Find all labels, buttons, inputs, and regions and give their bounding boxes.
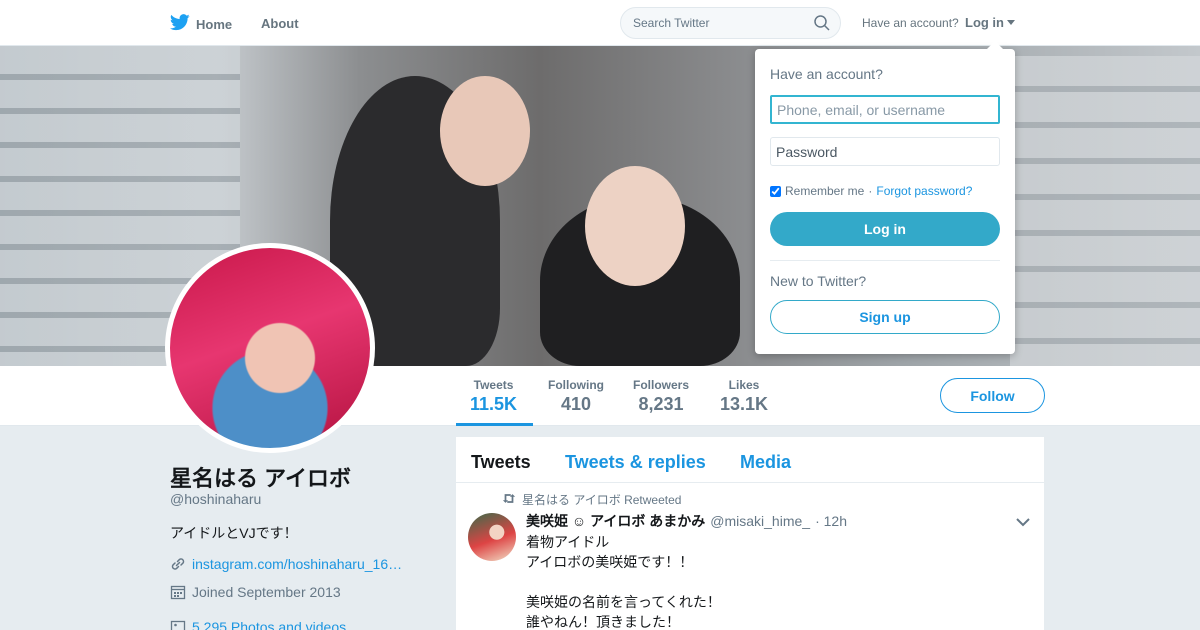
tweet-text: 着物アイドル アイロボの美咲姫です！！ 美咲姫の名前を言ってくれた！ 誰やねん！…	[526, 534, 721, 630]
profile-fullname[interactable]: 星名はる アイロボ	[170, 461, 351, 493]
tab-media[interactable]: Media	[740, 452, 791, 473]
new-to-twitter-text: New to Twitter?	[770, 273, 867, 289]
tab-tweets[interactable]: Tweets	[471, 452, 531, 473]
stat-value: 8,231	[638, 394, 684, 414]
login-dropdown: Have an account? Remember me · Forgot pa…	[755, 41, 1015, 354]
profile-joined-text: Joined September 2013	[192, 584, 341, 600]
photo-icon	[170, 619, 186, 630]
tweet-timestamp[interactable]: · 12h	[815, 513, 847, 529]
login-dropdown-toggle[interactable]: Log in	[965, 15, 1015, 30]
stat-value: 13.1K	[720, 394, 769, 414]
dropdown-caret	[987, 41, 1003, 49]
remember-row: Remember me · Forgot password?	[770, 184, 972, 198]
search-input[interactable]	[621, 8, 801, 38]
timeline-tabs: Tweets Tweets & replies Media	[456, 437, 1044, 483]
forgot-password-link[interactable]: Forgot password?	[876, 184, 972, 198]
stat-label: Following	[548, 378, 604, 392]
tweet-author-handle[interactable]: @misaki_hime_	[710, 513, 810, 529]
profile-photos-row: 5,295 Photos and videos	[170, 619, 346, 630]
nav-home-link[interactable]: Home	[169, 14, 233, 34]
profile-screen-name[interactable]: @hoshinaharu	[170, 491, 261, 507]
nav-home-label: Home	[196, 16, 233, 32]
profile-bio: アイドルとVJです！	[170, 525, 298, 541]
nav-about-link[interactable]: About	[261, 16, 299, 31]
tweet-author-avatar[interactable]	[468, 513, 516, 561]
stat-likes[interactable]: Likes 13.1K	[720, 378, 768, 415]
twitter-bird-icon	[169, 14, 190, 34]
profile-url-link[interactable]: instagram.com/hoshinaharu_16…	[192, 556, 402, 572]
stat-label: Likes	[728, 378, 760, 392]
photos-videos-link[interactable]: 5,295 Photos and videos	[192, 619, 346, 630]
login-button[interactable]: Log in	[770, 212, 1000, 246]
have-account-text: Have an account?	[862, 16, 959, 30]
dropdown-divider	[770, 260, 1000, 261]
search-icon[interactable]	[814, 15, 830, 36]
stat-value: 410	[560, 394, 592, 414]
stat-following[interactable]: Following 410	[548, 378, 604, 415]
top-navigation: Home About Have an account? Log in	[0, 0, 1200, 46]
tweet-author-name[interactable]: 美咲姫 ☺ アイロボ あまかみ	[526, 511, 705, 531]
retweet-context-text: 星名はる アイロボ Retweeted	[522, 493, 682, 507]
stat-tweets[interactable]: Tweets 11.5K	[470, 378, 517, 415]
username-input[interactable]	[770, 95, 1000, 124]
profile-avatar[interactable]	[165, 243, 375, 453]
profile-joined-row: Joined September 2013	[170, 584, 341, 600]
stat-value: 11.5K	[470, 394, 518, 414]
timeline: Tweets Tweets & replies Media 星名はる アイロボ …	[456, 437, 1044, 630]
tab-tweets-replies[interactable]: Tweets & replies	[565, 452, 706, 473]
follow-button[interactable]: Follow	[940, 378, 1045, 413]
tweet-header: 美咲姫 ☺ アイロボ あまかみ @misaki_hime_ · 12h	[526, 511, 847, 531]
password-input[interactable]	[770, 137, 1000, 166]
separator: ·	[868, 184, 873, 198]
stat-label: Tweets	[473, 378, 514, 392]
calendar-icon	[170, 584, 186, 600]
link-icon	[170, 556, 186, 572]
chevron-down-icon[interactable]	[1016, 514, 1030, 532]
caret-down-icon	[1007, 20, 1015, 25]
remember-me-label[interactable]: Remember me	[785, 184, 864, 198]
stat-followers[interactable]: Followers 8,231	[633, 378, 689, 415]
search-box	[620, 7, 841, 39]
stat-label: Followers	[633, 378, 690, 392]
dropdown-title: Have an account?	[770, 66, 883, 82]
active-stat-underline	[456, 423, 533, 426]
signup-button[interactable]: Sign up	[770, 300, 1000, 334]
profile-url-row: instagram.com/hoshinaharu_16…	[170, 556, 402, 572]
remember-me-checkbox[interactable]	[770, 185, 781, 197]
retweet-context: 星名はる アイロボ Retweeted	[502, 491, 681, 508]
login-label: Log in	[965, 15, 1004, 30]
retweet-icon	[502, 493, 516, 507]
